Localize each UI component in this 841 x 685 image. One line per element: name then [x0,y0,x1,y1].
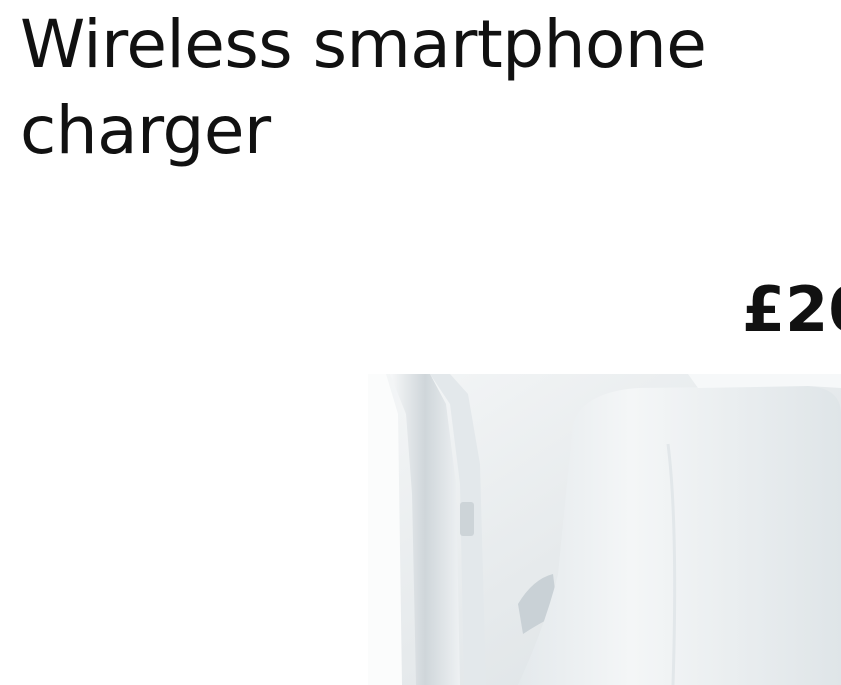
product-price: £20 [742,273,841,346]
car-interior-seat-image [368,374,841,685]
door-edge [368,374,402,685]
product-image [368,374,841,685]
door-latch [460,502,474,536]
product-title: Wireless smartphone charger [20,6,707,169]
roof-lining [688,374,841,388]
price-container: £20 [742,270,841,350]
